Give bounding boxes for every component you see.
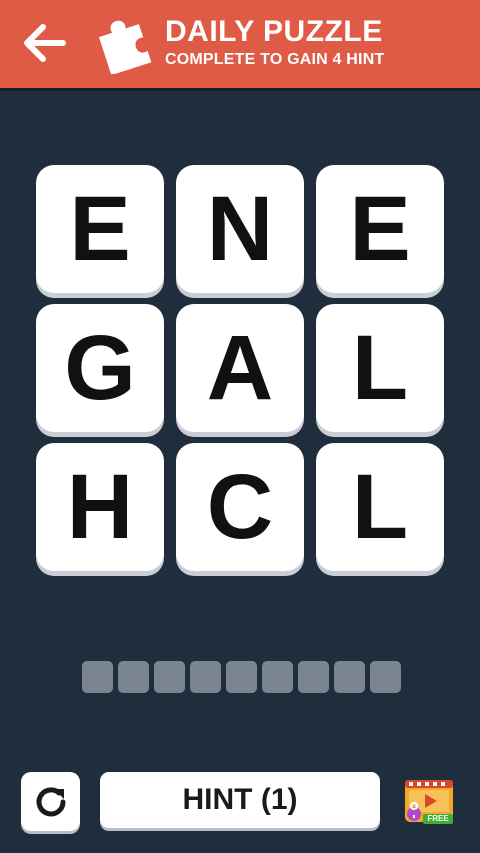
letter-tile[interactable]: L	[316, 443, 444, 571]
refresh-button[interactable]	[21, 772, 80, 831]
letter-tile[interactable]: E	[316, 165, 444, 293]
page-subtitle: COMPLETE TO GAIN 4 HINT	[165, 51, 385, 68]
free-video-button[interactable]: FREE	[403, 776, 455, 826]
arrow-left-icon[interactable]	[21, 23, 67, 63]
page-title: DAILY PUZZLE	[165, 15, 383, 48]
answer-slot[interactable]	[298, 661, 329, 693]
answer-slot[interactable]	[190, 661, 221, 693]
letter-tile[interactable]: H	[36, 443, 164, 571]
letter-tile[interactable]: N	[176, 165, 304, 293]
letter-grid: E N E G A L H C L	[36, 165, 444, 571]
free-badge-label: FREE	[427, 814, 449, 823]
answer-slot[interactable]	[226, 661, 257, 693]
letter-tile[interactable]: E	[36, 165, 164, 293]
back-button[interactable]	[18, 20, 70, 66]
answer-slot[interactable]	[154, 661, 185, 693]
answer-slot[interactable]	[82, 661, 113, 693]
answer-slot[interactable]	[370, 661, 401, 693]
letter-tile[interactable]: L	[316, 304, 444, 432]
puzzle-piece-icon	[92, 12, 154, 76]
letter-tile[interactable]: G	[36, 304, 164, 432]
hint-button[interactable]: HINT (1)	[100, 772, 380, 828]
letter-tile[interactable]: A	[176, 304, 304, 432]
refresh-icon	[36, 786, 65, 816]
answer-slot[interactable]	[118, 661, 149, 693]
answer-slot[interactable]	[334, 661, 365, 693]
answer-slots	[82, 661, 401, 693]
answer-slot[interactable]	[262, 661, 293, 693]
letter-tile[interactable]: C	[176, 443, 304, 571]
top-bar: DAILY PUZZLE COMPLETE TO GAIN 4 HINT	[0, 0, 480, 88]
